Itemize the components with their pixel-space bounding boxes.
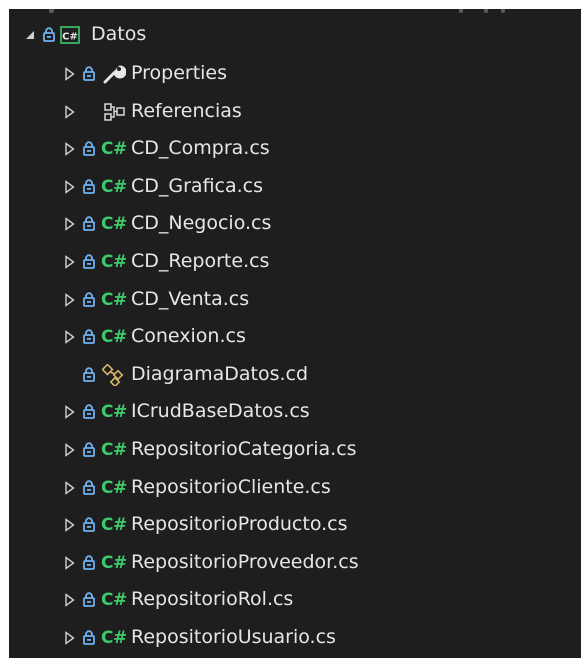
wrench-icon [103,65,126,84]
collapse-arrow-icon[interactable] [24,28,36,42]
lock-icon [83,442,95,457]
tree-item-label: RepositorioProveedor.cs [131,550,359,573]
tree-item-referencias[interactable]: Referencias [9,93,581,131]
csharp-project-icon: C# [60,26,80,44]
tree-item-repositoriocliente-cs[interactable]: C# RepositorioCliente.cs [9,469,581,507]
tree-item-diagramadatos-cd[interactable]: DiagramaDatos.cd [9,356,581,394]
tree-item-label: Properties [131,62,228,84]
lock-icon [83,329,95,345]
tree-item-cd-grafica-cs[interactable]: C# CD_Grafica.cs [9,168,581,206]
csharp-file-icon: C# [101,477,127,498]
tree-item-repositorioproducto-cs[interactable]: C# RepositorioProducto.cs [9,506,581,544]
tree-item-label: Conexion.cs [131,325,246,348]
csharp-file-icon: C# [101,552,127,573]
expand-arrow-icon[interactable] [64,142,76,157]
lock-icon [83,367,95,382]
tree-item-label: CD_Reporte.cs [131,250,270,272]
expand-arrow-icon[interactable] [64,555,76,570]
tree-item-cd-negocio-cs[interactable]: C# CD_Negocio.cs [9,205,581,243]
expand-arrow-icon[interactable] [64,179,76,194]
csharp-file-icon: C# [101,440,127,460]
tree-item-repositoriorol-cs[interactable]: C# RepositorioRol.cs [9,581,581,619]
tree-item-properties[interactable]: Properties [9,55,581,93]
tree-item-icrudbasedatos-cs[interactable]: C# ICrudBaseDatos.cs [9,393,581,431]
lock-icon [83,592,95,608]
lock-icon [83,404,95,420]
lock-icon [83,555,95,570]
expand-arrow-icon[interactable] [64,330,76,345]
class-diagram-icon [102,363,124,386]
tree-item-label: CD_Venta.cs [131,287,250,310]
csharp-file-icon: C# [101,289,127,310]
expand-arrow-icon[interactable] [64,518,76,533]
csharp-file-icon: C# [101,327,127,348]
csharp-file-icon: C# [101,590,127,611]
solution-explorer-tree: C# Datos Properties Referencias C# CD_Compr… [9,9,581,658]
expand-arrow-icon[interactable] [64,480,76,495]
lock-icon [83,216,95,232]
tree-item-repositorioproveedor-cs[interactable]: C# RepositorioProveedor.cs [9,544,581,582]
tree-item-label: RepositorioProducto.cs [131,513,348,536]
tree-item-label: ICrudBaseDatos.cs [131,400,310,423]
tree-item-cd-reporte-cs[interactable]: C# CD_Reporte.cs [9,243,581,281]
project-label: Datos [91,23,147,45]
tree-item-label: CD_Grafica.cs [131,174,264,197]
csharp-file-icon: C# [101,515,127,536]
tree-item-label: RepositorioUsuario.cs [131,626,336,648]
expand-arrow-icon[interactable] [64,443,76,457]
scrolled-off-row [9,9,581,15]
lock-icon [83,179,95,194]
expand-arrow-icon[interactable] [64,292,76,307]
lock-icon [83,254,95,269]
csharp-file-icon: C# [101,628,127,648]
tree-item-label: RepositorioRol.cs [131,588,294,611]
expand-arrow-icon[interactable] [64,217,76,232]
tree-item-label: Referencias [131,99,242,122]
lock-icon [83,479,95,495]
lock-icon [83,66,95,81]
lock-icon [83,517,95,533]
tree-item-cd-venta-cs[interactable]: C# CD_Venta.cs [9,281,581,319]
tree-item-project-datos[interactable]: C# Datos [9,16,581,54]
csharp-file-icon: C# [101,252,127,272]
csharp-file-icon: C# [101,176,127,197]
lock-icon [83,291,95,307]
expand-arrow-icon[interactable] [64,593,76,608]
lock-icon [83,141,95,157]
csharp-file-icon: C# [101,214,127,235]
tree-item-conexion-cs[interactable]: C# Conexion.cs [9,318,581,356]
tree-item-cd-compra-cs[interactable]: C# CD_Compra.cs [9,130,581,168]
lock-icon [43,27,55,42]
expand-arrow-icon[interactable] [64,405,76,420]
lock-icon [83,630,95,645]
csharp-file-icon: C# [101,402,127,423]
expand-arrow-icon[interactable] [64,255,76,269]
expand-arrow-icon[interactable] [64,67,76,81]
tree-item-label: CD_Negocio.cs [131,212,272,235]
references-icon [104,102,125,121]
expand-arrow-icon[interactable] [64,104,76,119]
tree-item-label: DiagramaDatos.cd [131,362,309,385]
tree-item-label: RepositorioCategoria.cs [131,438,357,460]
tree-item-label: RepositorioCliente.cs [131,475,331,498]
tree-item-repositoriocategoria-cs[interactable]: C# RepositorioCategoria.cs [9,431,581,469]
csharp-file-icon: C# [101,139,127,160]
svg-text:C#: C# [62,32,78,43]
tree-item-repositoriousuario-cs[interactable]: C# RepositorioUsuario.cs [9,619,581,657]
expand-arrow-icon[interactable] [64,631,76,645]
tree-item-label: CD_Compra.cs [131,137,270,160]
